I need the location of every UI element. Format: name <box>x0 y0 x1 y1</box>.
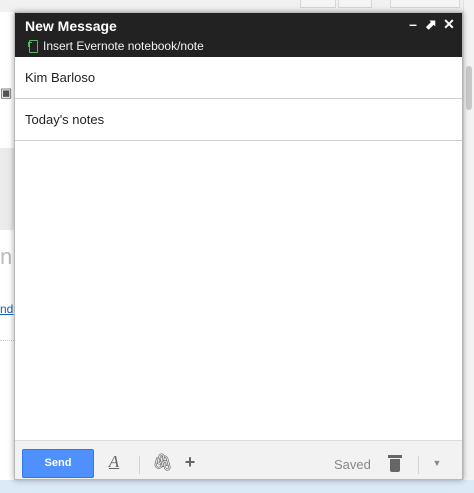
screen: ▣ n nd New Message Insert Evernote noteb… <box>0 0 474 493</box>
paperclip-icon[interactable]: 🖇 <box>152 452 174 474</box>
background-panel <box>0 148 14 230</box>
trash-icon[interactable] <box>387 454 403 474</box>
background-scrollbar-thumb[interactable] <box>466 66 472 110</box>
send-button[interactable]: Send <box>22 449 94 478</box>
popout-icon[interactable]: ⬈ <box>424 16 438 32</box>
compose-window: New Message Insert Evernote notebook/not… <box>14 12 463 480</box>
formatting-options-icon[interactable]: A <box>105 452 123 474</box>
toolbar-divider <box>418 456 419 474</box>
trash-icon-lid <box>388 455 402 458</box>
plus-icon[interactable]: + <box>181 452 199 474</box>
message-body[interactable] <box>15 141 462 440</box>
close-icon[interactable]: ✕ <box>442 16 456 32</box>
window-controls: – ⬈ ✕ <box>406 16 456 32</box>
minimize-icon[interactable]: – <box>406 16 420 32</box>
background-button[interactable] <box>338 0 372 8</box>
compose-title: New Message <box>25 18 117 34</box>
insert-evernote-label: Insert Evernote notebook/note <box>43 39 204 53</box>
background-button[interactable] <box>300 0 336 8</box>
background-button[interactable] <box>390 0 460 8</box>
subject-field[interactable]: Today's notes <box>15 99 462 141</box>
to-field-value: Kim Barloso <box>25 70 96 85</box>
background-divider <box>0 340 14 341</box>
compose-titlebar[interactable]: New Message Insert Evernote notebook/not… <box>15 13 462 57</box>
background-link[interactable]: nd <box>0 302 14 316</box>
background-footer-strip <box>0 480 474 493</box>
toolbar-divider <box>139 456 140 474</box>
background-evernote-icon: ▣ <box>0 85 13 100</box>
subject-field-value: Today's notes <box>25 112 105 127</box>
evernote-note-icon <box>28 39 38 53</box>
to-field[interactable]: Kim Barloso <box>15 57 462 99</box>
compose-toolbar: Send A 🖇 + Saved ▼ <box>15 440 462 479</box>
trash-icon-body <box>390 459 400 472</box>
background-partial-text: n <box>0 244 13 269</box>
chevron-down-icon[interactable]: ▼ <box>430 456 444 470</box>
saved-status: Saved <box>334 457 371 472</box>
insert-evernote-button[interactable]: Insert Evernote notebook/note <box>28 38 204 54</box>
